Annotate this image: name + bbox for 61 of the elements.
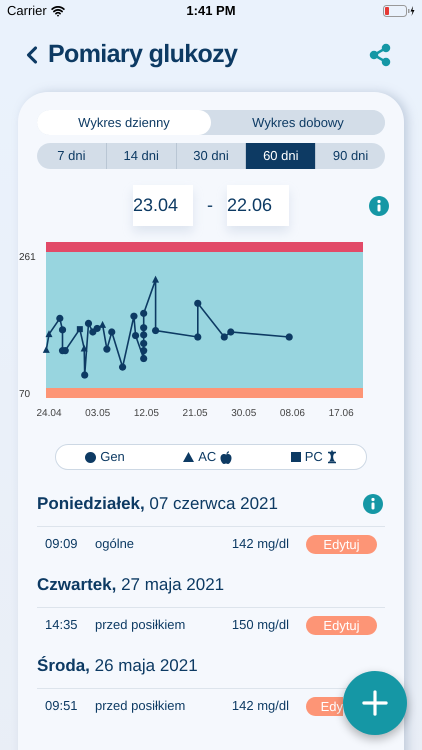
- apple-icon: [220, 450, 232, 464]
- entry-time: 09:51: [45, 697, 79, 716]
- range-tab[interactable]: 60 dni: [245, 143, 316, 169]
- battery-icon: [382, 5, 415, 17]
- entry-time: 14:35: [45, 616, 79, 634]
- share-icon[interactable]: [368, 43, 392, 67]
- data-point: [130, 312, 138, 320]
- entry-time: 09:09: [45, 535, 79, 554]
- entry-type: przed posiłkiem: [95, 697, 186, 716]
- data-point: [286, 333, 293, 341]
- entry-type: przed posiłkiem: [95, 616, 186, 634]
- x-axis-label: 24.04: [36, 408, 62, 419]
- start-date-field[interactable]: 23.04: [133, 185, 193, 226]
- data-point: [42, 346, 50, 353]
- day-heading: Czwartek, 27 maja 2021: [37, 574, 226, 596]
- x-axis-label: 12.05: [134, 408, 159, 419]
- day-heading: Środa, 26 maja 2021: [37, 655, 199, 678]
- data-point: [140, 310, 148, 317]
- data-point: [81, 371, 88, 379]
- data-point: [152, 326, 160, 334]
- data-point: [103, 346, 110, 353]
- entry-value: 142 mg/dl: [232, 697, 289, 716]
- x-axis-label: 17.06: [328, 408, 354, 419]
- triangle-icon: [183, 452, 194, 462]
- data-point: [58, 326, 66, 334]
- range-tab[interactable]: 90 dni: [315, 143, 385, 169]
- page-title: Pomiary glukozy: [48, 39, 239, 70]
- info-icon[interactable]: [363, 494, 383, 514]
- legend-label: PC: [304, 448, 323, 466]
- clock: 1:41 PM: [186, 2, 236, 20]
- carrier-label: Carrier: [7, 2, 47, 20]
- range-tab[interactable]: 7 dni: [37, 143, 106, 169]
- square-icon: [290, 452, 301, 462]
- entry-value: 150 mg/dl: [232, 616, 289, 634]
- x-axis-label: 03.05: [85, 408, 110, 419]
- entry-type: ogólne: [95, 535, 136, 554]
- x-axis-label: 08.06: [280, 408, 305, 419]
- data-point: [108, 328, 116, 336]
- day-heading: Poniedziałek, 07 czerwca 2021: [37, 493, 279, 516]
- legend-label: AC: [198, 448, 216, 466]
- data-point: [152, 276, 160, 283]
- legend-label: Gen: [100, 448, 125, 466]
- date-separator: -: [207, 194, 213, 217]
- data-point: [118, 364, 126, 371]
- info-icon[interactable]: [369, 196, 389, 216]
- data-point: [56, 314, 64, 322]
- circle-icon: [85, 452, 96, 462]
- data-point: [80, 344, 88, 352]
- x-axis-label: 21.05: [182, 408, 208, 419]
- data-point: [194, 300, 202, 307]
- data-point: [46, 330, 52, 338]
- y-axis-label: 70: [19, 389, 30, 400]
- wifi-icon: [50, 4, 65, 18]
- end-date-field[interactable]: 22.06: [227, 185, 289, 226]
- data-point: [194, 333, 202, 341]
- entry-value: 142 mg/dl: [232, 535, 289, 554]
- range-tab[interactable]: 14 dni: [106, 143, 176, 169]
- chart-type-tab[interactable]: Wykres dzienny: [37, 110, 211, 135]
- y-axis-label: 261: [19, 252, 36, 263]
- x-axis-label: 30.05: [231, 408, 256, 419]
- apple-core-icon: [326, 450, 337, 464]
